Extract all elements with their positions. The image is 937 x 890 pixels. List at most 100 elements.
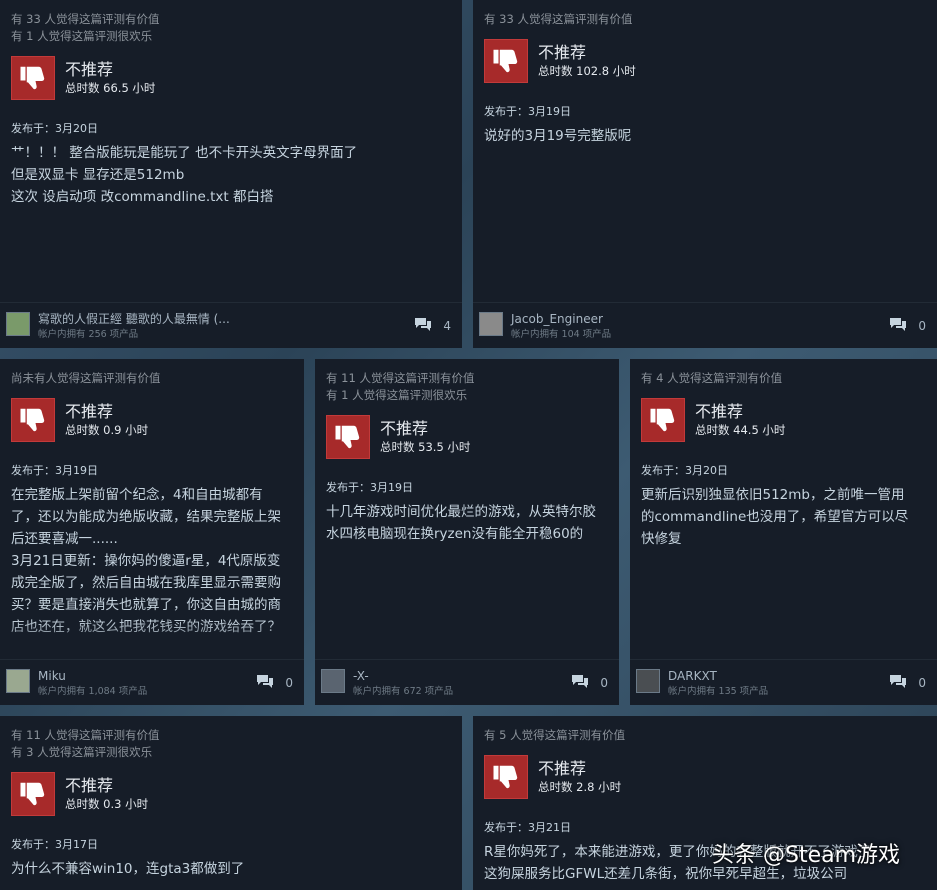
review-content[interactable]: 说好的3月19号完整版呢 bbox=[484, 125, 926, 147]
helpful-count: 有 33 人觉得这篇评测有价值有 1 人觉得这篇评测很欢乐 bbox=[11, 11, 462, 45]
author-name[interactable]: Miku bbox=[38, 669, 66, 684]
review-card: 有 11 人觉得这篇评测有价值有 1 人觉得这篇评测很欢乐不推荐总时数 53.5… bbox=[315, 359, 619, 705]
comment-icon bbox=[571, 674, 600, 692]
recommendation-label: 不推荐 bbox=[380, 419, 429, 438]
comment-count: 0 bbox=[918, 319, 926, 333]
helpful-count: 尚未有人觉得这篇评测有价值 bbox=[11, 370, 304, 387]
comments-button[interactable]: 0 bbox=[889, 674, 926, 692]
avatar[interactable] bbox=[6, 669, 30, 693]
products-owned: 帐户内拥有 135 项产品 bbox=[668, 686, 769, 697]
review-line: 的commandline也没用了，希望官方可以尽 bbox=[641, 509, 909, 525]
recommendation-label: 不推荐 bbox=[65, 60, 114, 79]
products-owned: 帐户内拥有 256 项产品 bbox=[38, 329, 139, 340]
review-line: 了，还以为能成为绝版收藏，结果完整版上架 bbox=[11, 509, 281, 525]
posted-date: 发布于：3月20日 bbox=[641, 464, 728, 477]
helpful-count: 有 11 人觉得这篇评测有价值有 3 人觉得这篇评测很欢乐 bbox=[11, 727, 462, 761]
author-name[interactable]: DARKXT bbox=[668, 669, 717, 684]
recommendation-block: 不推荐总时数 102.8 小时 bbox=[484, 39, 937, 83]
review-line: 成完全版了，然后自由城在我库里显示需要购 bbox=[11, 575, 281, 591]
comment-count: 0 bbox=[285, 676, 293, 690]
thumbs-down-icon bbox=[11, 398, 55, 442]
review-line: 买？要是直接消失也就算了，你这自由城的商 bbox=[11, 597, 281, 613]
comment-icon bbox=[256, 674, 285, 692]
comment-icon bbox=[414, 317, 443, 335]
playtime-hours: 总时数 44.5 小时 bbox=[695, 423, 786, 437]
review-card: 有 33 人觉得这篇评测有价值不推荐总时数 102.8 小时发布于：3月19日说… bbox=[473, 0, 937, 348]
recommendation-label: 不推荐 bbox=[65, 776, 114, 795]
comment-count: 0 bbox=[918, 676, 926, 690]
helpful-line: 尚未有人觉得这篇评测有价值 bbox=[11, 371, 161, 385]
review-content[interactable]: 在完整版上架前留个纪念，4和自由城都有了，还以为能成为绝版收藏，结果完整版上架后… bbox=[11, 484, 293, 638]
review-content[interactable]: 为什么不兼容win10，连gta3都做到了 bbox=[11, 858, 451, 880]
thumbs-down-icon bbox=[11, 772, 55, 816]
review-author-footer: 寫歌的人假正經 聽歌的人最無情 (... 帐户内拥有 256 项产品 4 bbox=[0, 302, 462, 348]
helpful-count: 有 33 人觉得这篇评测有价值 bbox=[484, 11, 937, 28]
thumbs-down-icon bbox=[11, 56, 55, 100]
comment-count: 0 bbox=[600, 676, 608, 690]
comment-icon bbox=[889, 674, 918, 692]
helpful-count: 有 4 人觉得这篇评测有价值 bbox=[641, 370, 937, 387]
author-name[interactable]: 寫歌的人假正經 聽歌的人最無情 (... bbox=[38, 312, 230, 327]
review-line: 说好的3月19号完整版呢 bbox=[484, 128, 632, 144]
playtime-hours: 总时数 0.9 小时 bbox=[65, 423, 149, 437]
recommendation-block: 不推荐总时数 66.5 小时 bbox=[11, 56, 462, 100]
playtime-hours: 总时数 53.5 小时 bbox=[380, 440, 471, 454]
helpful-line: 有 3 人觉得这篇评测很欢乐 bbox=[11, 745, 153, 759]
helpful-line: 有 1 人觉得这篇评测很欢乐 bbox=[326, 388, 468, 402]
comments-button[interactable]: 0 bbox=[571, 674, 608, 692]
helpful-line: 有 1 人觉得这篇评测很欢乐 bbox=[11, 29, 153, 43]
avatar[interactable] bbox=[321, 669, 345, 693]
avatar[interactable] bbox=[479, 312, 503, 336]
comments-button[interactable]: 0 bbox=[889, 317, 926, 335]
helpful-line: 有 11 人觉得这篇评测有价值 bbox=[326, 371, 475, 385]
review-line: 但是双显卡 显存还是512mb bbox=[11, 167, 185, 183]
helpful-count: 有 5 人觉得这篇评测有价值 bbox=[484, 727, 937, 744]
recommendation-label: 不推荐 bbox=[538, 759, 587, 778]
helpful-line: 有 11 人觉得这篇评测有价值 bbox=[11, 728, 160, 742]
playtime-hours: 总时数 66.5 小时 bbox=[65, 81, 156, 95]
review-line: 十几年游戏时间优化最烂的游戏，从英特尔胶 bbox=[326, 504, 596, 520]
posted-date: 发布于：3月19日 bbox=[11, 464, 98, 477]
review-content[interactable]: 十几年游戏时间优化最烂的游戏，从英特尔胶 水四核电脑现在换ryzen没有能全开稳6… bbox=[326, 501, 608, 545]
review-line: 3月21日更新：操你妈的傻逼r星，4代原版变 bbox=[11, 553, 281, 569]
review-line: 后还要喜减一...... bbox=[11, 531, 118, 547]
review-line: 这次 设启动项 改commandline.txt 都白搭 bbox=[11, 189, 274, 205]
posted-date: 发布于：3月21日 bbox=[484, 821, 571, 834]
review-line: 快修复 bbox=[641, 531, 682, 547]
comment-count: 4 bbox=[443, 319, 451, 333]
review-line: 在完整版上架前留个纪念，4和自由城都有 bbox=[11, 487, 263, 503]
recommendation-block: 不推荐总时数 2.8 小时 bbox=[484, 755, 937, 799]
review-author-footer: -X- 帐户内拥有 672 项产品 0 bbox=[315, 659, 619, 705]
thumbs-down-icon bbox=[484, 39, 528, 83]
helpful-line: 有 4 人觉得这篇评测有价值 bbox=[641, 371, 783, 385]
posted-date: 发布于：3月20日 bbox=[11, 122, 98, 135]
review-content[interactable]: 更新后识别独显依旧512mb，之前唯一管用 的commandline也没用了，希望… bbox=[641, 484, 926, 550]
posted-date: 发布于：3月17日 bbox=[11, 838, 98, 851]
playtime-hours: 总时数 2.8 小时 bbox=[538, 780, 622, 794]
recommendation-label: 不推荐 bbox=[538, 43, 587, 62]
posted-date: 发布于：3月19日 bbox=[326, 481, 413, 494]
comments-button[interactable]: 0 bbox=[256, 674, 293, 692]
recommendation-label: 不推荐 bbox=[695, 402, 744, 421]
review-content[interactable]: 艹！！！ 整合版能玩是能玩了 也不卡开头英文字母界面了 但是双显卡 显存还是512… bbox=[11, 142, 451, 208]
products-owned: 帐户内拥有 1,084 项产品 bbox=[38, 686, 148, 697]
thumbs-down-icon bbox=[484, 755, 528, 799]
posted-date: 发布于：3月19日 bbox=[484, 105, 571, 118]
review-line: 水四核电脑现在换ryzen没有能全开稳60的 bbox=[326, 526, 584, 542]
recommendation-label: 不推荐 bbox=[65, 402, 114, 421]
playtime-hours: 总时数 102.8 小时 bbox=[538, 64, 636, 78]
content-fade bbox=[0, 619, 304, 659]
helpful-count: 有 11 人觉得这篇评测有价值有 1 人觉得这篇评测很欢乐 bbox=[326, 370, 619, 404]
author-name[interactable]: Jacob_Engineer bbox=[511, 312, 603, 327]
thumbs-down-icon bbox=[641, 398, 685, 442]
author-name[interactable]: -X- bbox=[353, 669, 369, 684]
comments-button[interactable]: 4 bbox=[414, 317, 451, 335]
review-card: 有 33 人觉得这篇评测有价值有 1 人觉得这篇评测很欢乐不推荐总时数 66.5… bbox=[0, 0, 462, 348]
recommendation-block: 不推荐总时数 53.5 小时 bbox=[326, 415, 619, 459]
products-owned: 帐户内拥有 104 项产品 bbox=[511, 329, 612, 340]
avatar[interactable] bbox=[636, 669, 660, 693]
avatar[interactable] bbox=[6, 312, 30, 336]
review-author-footer: Jacob_Engineer 帐户内拥有 104 项产品 0 bbox=[473, 302, 937, 348]
review-author-footer: Miku 帐户内拥有 1,084 项产品 0 bbox=[0, 659, 304, 705]
comment-icon bbox=[889, 317, 918, 335]
